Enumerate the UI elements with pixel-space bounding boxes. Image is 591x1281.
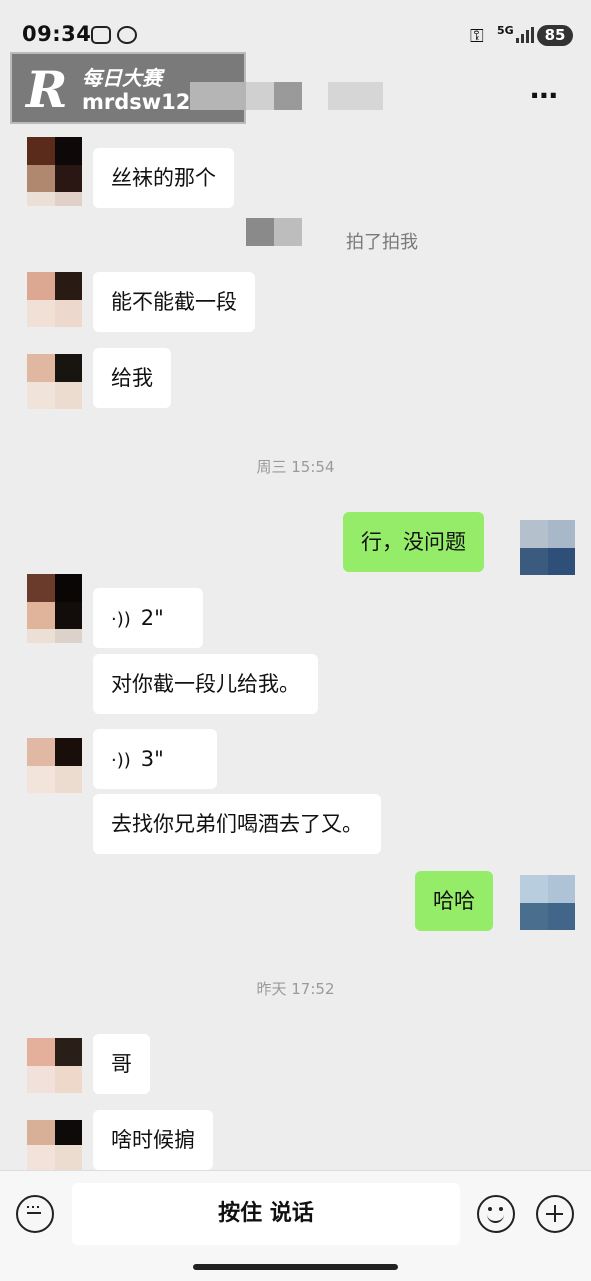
message-bubble[interactable]: 给我 [93, 348, 171, 408]
voice-transcript[interactable]: 对你截一段儿给我。 [93, 654, 318, 714]
contact-avatar[interactable] [27, 1038, 82, 1093]
contact-avatar-lower [27, 629, 82, 656]
keyboard-icon[interactable] [16, 1195, 54, 1233]
message-bubble[interactable]: 哥 [93, 1034, 150, 1094]
battery-indicator: 85 [537, 25, 573, 46]
key-icon: ⚿ [470, 26, 484, 47]
plus-icon[interactable] [536, 1195, 574, 1233]
contact-avatar[interactable] [27, 272, 82, 327]
home-indicator[interactable] [193, 1264, 398, 1270]
voice-message[interactable]: ·)) 3" [93, 729, 217, 789]
message-bubble[interactable]: 啥时候掮 [93, 1110, 213, 1170]
contact-avatar[interactable] [27, 738, 82, 793]
voice-wave-icon: ·)) [111, 750, 131, 771]
contact-name-blurred [190, 82, 383, 110]
more-options-button[interactable]: ⋯ [530, 82, 559, 110]
my-avatar[interactable] [520, 520, 575, 575]
pat-name-blurred [246, 218, 302, 246]
contact-avatar[interactable] [27, 1120, 82, 1170]
my-message-bubble[interactable]: 行，没问题 [343, 512, 484, 572]
voice-duration: 2" [140, 606, 164, 630]
hold-to-talk-button[interactable]: 按住 说话 [72, 1183, 460, 1245]
voice-transcript[interactable]: 去找你兄弟们喝酒去了又。 [93, 794, 381, 854]
contact-avatar[interactable] [27, 354, 82, 409]
voice-message[interactable]: ·)) 2" [93, 588, 203, 648]
emoji-icon[interactable] [477, 1195, 515, 1233]
my-avatar[interactable] [520, 875, 575, 930]
lock-icon [117, 26, 137, 44]
signal-label: 5G [497, 24, 514, 37]
contact-avatar[interactable] [27, 137, 82, 192]
watermark-r: R [26, 60, 68, 119]
signal-bars-icon [516, 27, 534, 43]
message-bubble[interactable]: 丝袜的那个 [93, 148, 234, 208]
contact-avatar[interactable] [27, 574, 82, 629]
message-bubble[interactable]: 能不能截一段 [93, 272, 255, 332]
my-message-bubble[interactable]: 哈哈 [415, 871, 493, 931]
screenshot-icon [91, 26, 111, 44]
status-time: 09:34 [22, 22, 92, 46]
voice-duration: 3" [140, 747, 164, 771]
voice-wave-icon: ·)) [111, 609, 131, 630]
watermark-brand: 每日大赛 [82, 66, 162, 90]
timestamp: 昨天 17:52 [256, 980, 335, 998]
timestamp: 周三 15:54 [256, 458, 335, 476]
contact-avatar-lower [27, 192, 82, 219]
pat-notice: 拍了拍我 [346, 232, 418, 253]
